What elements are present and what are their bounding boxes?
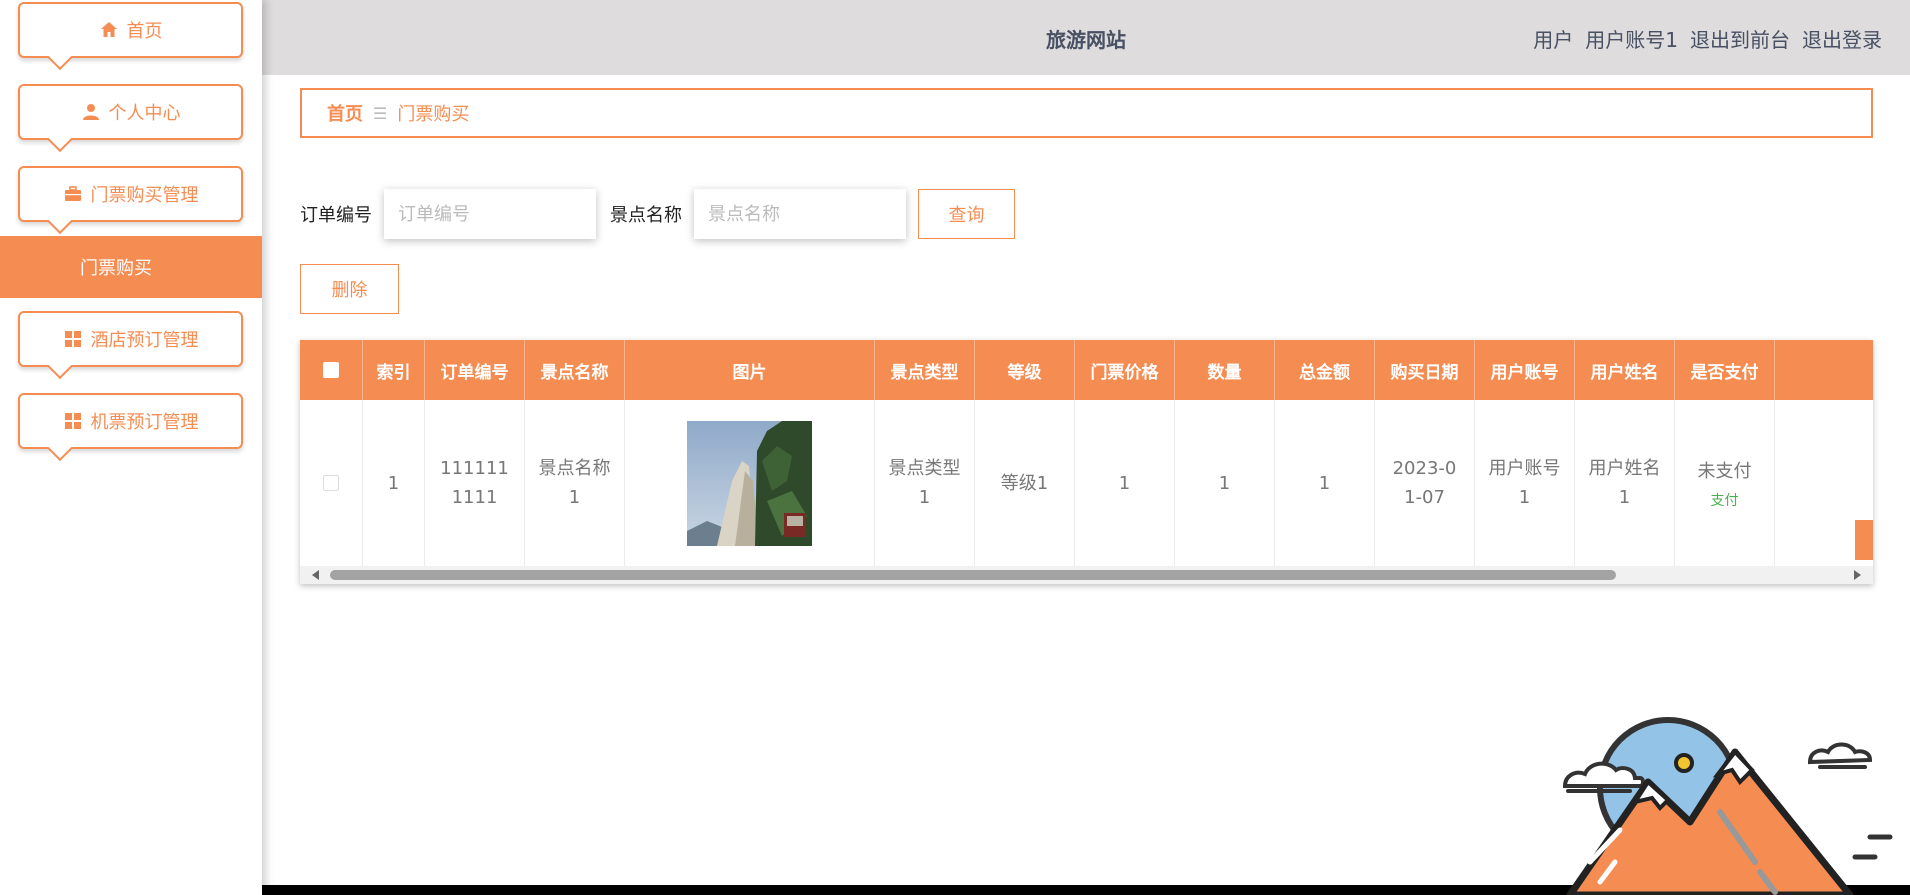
user-account-label: 用户账号1 bbox=[1585, 28, 1678, 52]
cell-level: 等级1 bbox=[975, 400, 1075, 566]
user-icon bbox=[81, 102, 101, 122]
briefcase-icon bbox=[63, 184, 83, 204]
cell-order-number: 1111111111 bbox=[425, 400, 525, 566]
sidebar-item-label: 首页 bbox=[126, 21, 163, 42]
row-checkbox-cell bbox=[300, 400, 363, 566]
table-row: 1 1111111111 景点名称1 景点类型1 等级1 1 1 1 2023-… bbox=[300, 400, 1873, 566]
sidebar-item-hotel-management[interactable]: 酒店预订管理 bbox=[18, 311, 243, 367]
column-header: 景点类型 bbox=[875, 340, 975, 400]
table-header: 索引 订单编号 景点名称 图片 景点类型 等级 门票价格 数量 总金额 购买日期… bbox=[300, 340, 1873, 400]
breadcrumb: 首页 ☰ 门票购买 bbox=[300, 88, 1873, 138]
column-header: 订单编号 bbox=[425, 340, 525, 400]
grid-icon bbox=[63, 329, 83, 349]
order-number-label: 订单编号 bbox=[300, 205, 372, 226]
cell-name: 用户姓名1 bbox=[1575, 400, 1675, 566]
column-header: 是否支付 bbox=[1675, 340, 1775, 400]
column-header: 图片 bbox=[625, 340, 875, 400]
search-bar: 订单编号 景点名称 查询 bbox=[300, 188, 1015, 240]
exit-to-front-link[interactable]: 退出到前台 bbox=[1690, 24, 1790, 53]
mountain-photo bbox=[687, 420, 812, 546]
cell-date: 2023-01-07 bbox=[1375, 400, 1475, 566]
breadcrumb-separator-icon: ☰ bbox=[373, 103, 388, 123]
sidebar-item-flight-management[interactable]: 机票预订管理 bbox=[18, 393, 243, 449]
cell-spot-type: 景点类型1 bbox=[875, 400, 975, 566]
ticket-table: 索引 订单编号 景点名称 图片 景点类型 等级 门票价格 数量 总金额 购买日期… bbox=[300, 340, 1873, 584]
sidebar-subitem-ticket-purchase[interactable]: 门票购买 bbox=[0, 236, 262, 298]
column-header: 等级 bbox=[975, 340, 1075, 400]
home-icon bbox=[99, 20, 119, 40]
cell-quantity: 1 bbox=[1175, 400, 1275, 566]
sidebar-item-label: 个人中心 bbox=[108, 103, 181, 124]
paid-status: 未支付 bbox=[1697, 460, 1752, 482]
horizontal-scrollbar[interactable] bbox=[300, 566, 1873, 584]
sidebar-item-ticket-management[interactable]: 门票购买管理 bbox=[18, 166, 243, 222]
menu-pointer bbox=[48, 365, 72, 379]
cell-total: 1 bbox=[1275, 400, 1375, 566]
mountain-illustration bbox=[1562, 717, 1893, 895]
menu-pointer bbox=[48, 56, 72, 70]
cell-image bbox=[625, 400, 875, 566]
column-header: 购买日期 bbox=[1375, 340, 1475, 400]
column-header: 索引 bbox=[363, 340, 425, 400]
column-header-actions bbox=[1775, 340, 1873, 400]
row-checkbox[interactable] bbox=[323, 475, 339, 491]
delete-button[interactable]: 删除 bbox=[300, 264, 399, 314]
breadcrumb-home[interactable]: 首页 bbox=[327, 100, 363, 126]
grid-icon bbox=[63, 411, 83, 431]
cell-index: 1 bbox=[363, 400, 425, 566]
user-role-label: 用户 bbox=[1533, 28, 1574, 52]
column-header: 数量 bbox=[1175, 340, 1275, 400]
header-user-area: 用户 用户账号1 退出到前台 退出登录 bbox=[1533, 24, 1882, 53]
header-checkbox-cell bbox=[300, 340, 363, 400]
cell-paid: 未支付 支付 bbox=[1675, 400, 1775, 566]
column-header: 用户账号 bbox=[1475, 340, 1575, 400]
pay-button[interactable]: 支付 bbox=[1711, 492, 1739, 510]
logout-link[interactable]: 退出登录 bbox=[1802, 24, 1882, 53]
app: 首页 个人中心 门票购买管理 门票购买 酒店预订管理 机票预订管理 旅游网站 用… bbox=[0, 0, 1910, 895]
sidebar-item-label: 门票购买管理 bbox=[90, 185, 199, 206]
menu-pointer bbox=[48, 447, 72, 461]
column-header: 景点名称 bbox=[525, 340, 625, 400]
top-header: 旅游网站 用户 用户账号1 退出到前台 退出登录 bbox=[262, 0, 1910, 75]
sidebar-item-label: 机票预订管理 bbox=[90, 412, 199, 433]
breadcrumb-current: 门票购买 bbox=[397, 104, 470, 125]
order-number-input[interactable] bbox=[384, 189, 596, 239]
column-header: 总金额 bbox=[1275, 340, 1375, 400]
spot-name-label: 景点名称 bbox=[610, 205, 682, 226]
cell-price: 1 bbox=[1075, 400, 1175, 566]
sidebar-item-personal-center[interactable]: 个人中心 bbox=[18, 84, 243, 140]
menu-pointer bbox=[48, 138, 72, 152]
cell-actions bbox=[1775, 400, 1873, 566]
sidebar-item-home[interactable]: 首页 bbox=[18, 2, 243, 58]
sidebar-subitem-label: 门票购买 bbox=[80, 258, 152, 279]
query-button[interactable]: 查询 bbox=[918, 189, 1015, 239]
scroll-right-icon[interactable] bbox=[1854, 570, 1861, 580]
column-header: 用户姓名 bbox=[1575, 340, 1675, 400]
scroll-left-icon[interactable] bbox=[312, 570, 319, 580]
column-header: 门票价格 bbox=[1075, 340, 1175, 400]
spot-name-input[interactable] bbox=[694, 189, 906, 239]
row-action-button[interactable] bbox=[1855, 520, 1873, 560]
cell-spot-name: 景点名称1 bbox=[525, 400, 625, 566]
sidebar: 首页 个人中心 门票购买管理 门票购买 酒店预订管理 机票预订管理 bbox=[0, 0, 262, 895]
select-all-checkbox[interactable] bbox=[323, 362, 339, 378]
sidebar-item-label: 酒店预订管理 bbox=[90, 330, 199, 351]
menu-pointer bbox=[48, 220, 72, 234]
scrollbar-thumb[interactable] bbox=[330, 570, 1616, 580]
cell-account: 用户账号1 bbox=[1475, 400, 1575, 566]
